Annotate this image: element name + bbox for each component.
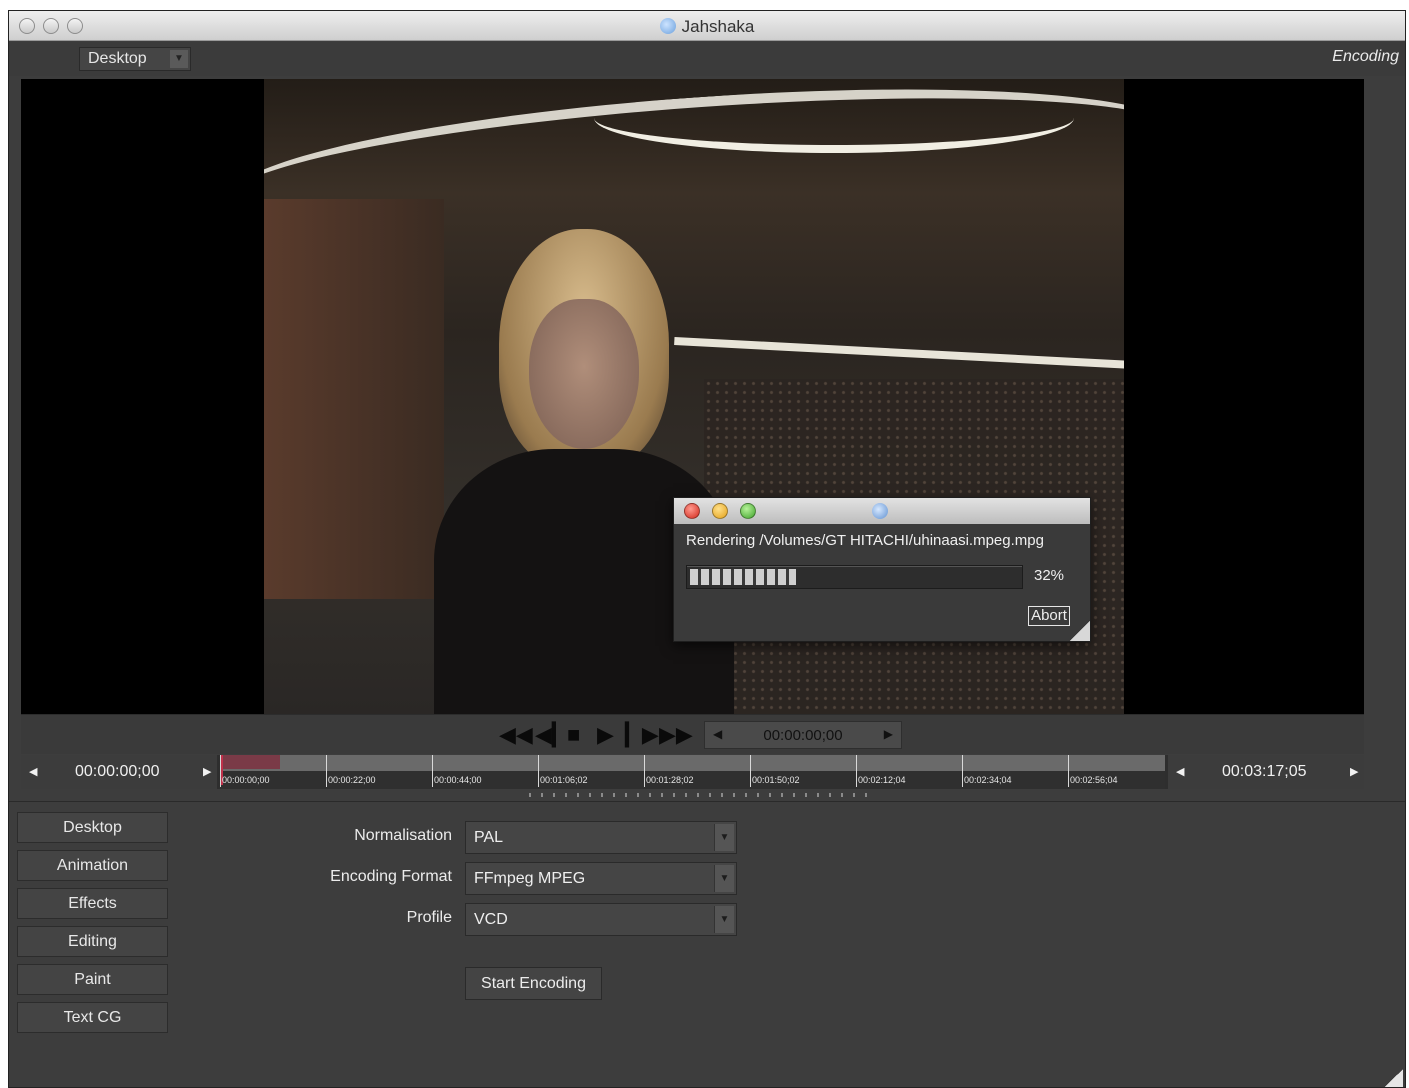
module-button-editing[interactable]: Editing	[17, 926, 168, 957]
chevron-down-icon[interactable]: ▼	[714, 865, 734, 892]
end-prev-icon[interactable]: ◀	[1176, 765, 1184, 778]
timeline-start-box: ◀ 00:00:00;00 ▶	[21, 755, 217, 789]
frame-ceiling-upper	[594, 83, 1074, 153]
timeline-row: ◀ 00:00:00;00 ▶ 00:00:00;00 00:00:22;00 00…	[21, 755, 1364, 789]
current-timecode: 00:00:00;00	[763, 727, 843, 744]
timeline-tick-label: 00:01:50;02	[752, 775, 800, 785]
desktop-select-value: Desktop	[88, 50, 147, 67]
normalisation-select[interactable]: PAL ▼	[465, 821, 737, 854]
render-dialog-titlebar	[674, 498, 1090, 524]
start-next-icon[interactable]: ▶	[203, 765, 211, 778]
chevron-down-icon[interactable]: ▼	[714, 824, 734, 851]
panel-splitter-handle[interactable]	[529, 793, 869, 797]
timeline-band	[220, 755, 1165, 771]
timeline-ruler[interactable]: 00:00:00;00 00:00:22;00 00:00:44;00 00:01:0…	[220, 755, 1165, 789]
title-bar: Jahshaka	[9, 11, 1405, 41]
timeline-range-marker[interactable]	[220, 755, 280, 769]
normalisation-label: Normalisation	[354, 827, 452, 844]
timeline-tick	[220, 755, 221, 787]
dialog-minimize-button[interactable]	[712, 503, 728, 519]
timeline-start-timecode: 00:00:00;00	[75, 763, 160, 780]
module-button-animation[interactable]: Animation	[17, 850, 168, 881]
step-forward-button[interactable]: ▎▶	[625, 724, 659, 746]
rewind-to-start-button[interactable]: ◀◀	[499, 724, 533, 746]
profile-label: Profile	[406, 909, 452, 926]
timeline-end-timecode: 00:03:17;05	[1222, 763, 1307, 780]
timeline-tick	[750, 755, 751, 787]
timeline-tick	[962, 755, 963, 787]
window-title-wrap: Jahshaka	[9, 17, 1405, 37]
timeline-tick	[856, 755, 857, 787]
module-button-effects[interactable]: Effects	[17, 888, 168, 919]
mode-label: Encoding	[1332, 48, 1399, 65]
profile-value: VCD	[474, 911, 508, 928]
render-message: Rendering /Volumes/GT HITACHI/uhinaasi.m…	[686, 532, 1044, 549]
fast-forward-button[interactable]: ▶▶	[659, 724, 693, 746]
timeline-tick	[1068, 755, 1069, 787]
timeline-tick-label: 00:00:00;00	[222, 775, 270, 785]
stop-button[interactable]: ■	[567, 724, 580, 746]
timeline-tick-label: 00:00:22;00	[328, 775, 376, 785]
timeline-tick-label: 00:02:12;04	[858, 775, 906, 785]
dialog-app-icon	[872, 503, 888, 519]
video-viewer: Rendering /Volumes/GT HITACHI/uhinaasi.m…	[21, 79, 1364, 714]
encoding-format-label: Encoding Format	[330, 868, 452, 885]
step-back-button[interactable]: ◀▎	[535, 724, 569, 746]
abort-button[interactable]: Abort	[1028, 606, 1070, 626]
timeline-tick-label: 00:02:56;04	[1070, 775, 1118, 785]
render-progress-fill	[690, 569, 796, 585]
render-dialog: Rendering /Volumes/GT HITACHI/uhinaasi.m…	[673, 497, 1091, 642]
timeline-tick	[644, 755, 645, 787]
dialog-zoom-button[interactable]	[740, 503, 756, 519]
timeline-tick	[432, 755, 433, 787]
normalisation-value: PAL	[474, 829, 504, 846]
speaker-face	[529, 299, 639, 449]
transport-bar: ◀◀ ◀▎ ■ ▶ ▎▶ ▶▶ ◀ 00:00:00;00 ▶	[21, 714, 1364, 754]
play-button[interactable]: ▶	[597, 724, 614, 746]
timeline-tick-label: 00:02:34;04	[964, 775, 1012, 785]
timeline-end-box: ◀ 00:03:17;05 ▶	[1168, 755, 1364, 789]
desktop-toolbar: Desktop ▼ Encoding	[9, 42, 1405, 76]
current-timecode-field[interactable]: ◀ 00:00:00;00 ▶	[704, 721, 902, 749]
encoding-panel: Desktop Animation Effects Editing Paint …	[9, 801, 1405, 1087]
encoding-format-value: FFmpeg MPEG	[474, 870, 586, 887]
window-title: Jahshaka	[681, 17, 755, 36]
timeline-tick-label: 00:01:28;02	[646, 775, 694, 785]
render-progress-bar	[686, 565, 1023, 589]
frame-balcony	[674, 336, 1124, 370]
timeline-tick-label: 00:01:06;02	[540, 775, 588, 785]
chevron-down-icon[interactable]: ▼	[170, 50, 188, 68]
app-window: Jahshaka Desktop ▼ Encoding Rendering /V…	[8, 10, 1406, 1088]
jahshaka-app-icon	[659, 18, 676, 34]
timeline-tick	[538, 755, 539, 787]
frame-wall	[264, 199, 444, 599]
start-prev-icon[interactable]: ◀	[29, 765, 37, 778]
render-progress-text: 32%	[1034, 567, 1065, 584]
module-button-desktop[interactable]: Desktop	[17, 812, 168, 843]
timeline-tick	[326, 755, 327, 787]
module-button-paint[interactable]: Paint	[17, 964, 168, 995]
timecode-increment-icon[interactable]: ▶	[884, 727, 893, 741]
module-button-text-cg[interactable]: Text CG	[17, 1002, 168, 1033]
timeline-tick-label: 00:00:44;00	[434, 775, 482, 785]
window-resize-grip[interactable]	[1385, 1069, 1403, 1087]
desktop-select[interactable]: Desktop ▼	[79, 47, 191, 71]
end-next-icon[interactable]: ▶	[1350, 765, 1358, 778]
dialog-resize-grip[interactable]	[1070, 621, 1090, 641]
chevron-down-icon[interactable]: ▼	[714, 906, 734, 933]
encoding-format-select[interactable]: FFmpeg MPEG ▼	[465, 862, 737, 895]
dialog-close-button[interactable]	[684, 503, 700, 519]
profile-select[interactable]: VCD ▼	[465, 903, 737, 936]
start-encoding-button[interactable]: Start Encoding	[465, 967, 602, 1000]
